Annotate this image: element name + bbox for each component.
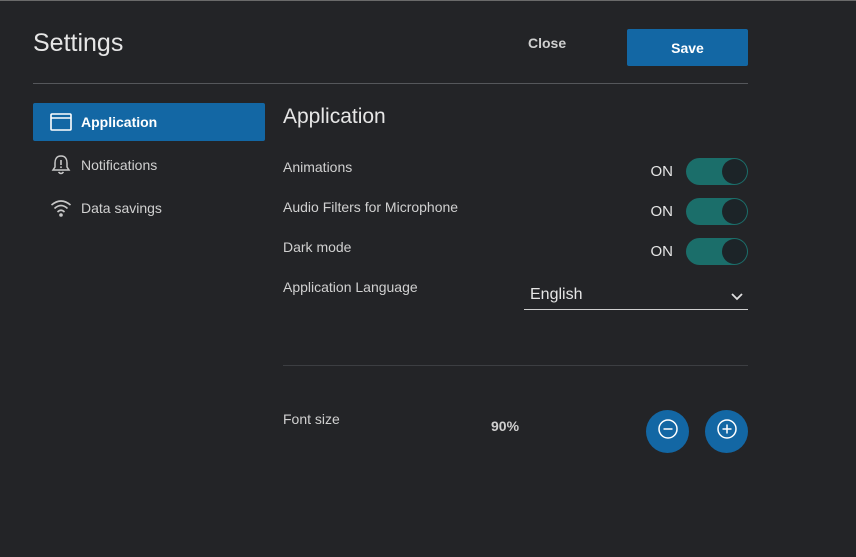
close-button[interactable]: Close: [528, 35, 566, 51]
setting-row-audio-filters: Audio Filters for Microphone ON: [283, 185, 748, 225]
animations-toggle[interactable]: [686, 158, 748, 185]
toggle-state-text: ON: [650, 203, 674, 220]
sidebar-item-data-savings[interactable]: Data savings: [33, 189, 265, 227]
sidebar-item-label: Application: [81, 114, 158, 130]
toggle-knob: [722, 239, 747, 264]
decrease-font-button[interactable]: [646, 410, 689, 453]
window-icon: [49, 111, 73, 133]
language-select-value: English: [530, 286, 583, 303]
minus-circle-icon: [657, 418, 679, 445]
toggle-state-text: ON: [650, 243, 674, 260]
plus-circle-icon: [716, 418, 738, 445]
font-size-value: 90%: [491, 418, 520, 434]
sidebar-item-label: Data savings: [81, 200, 162, 216]
setting-row-dark-mode: Dark mode ON: [283, 225, 748, 265]
language-select[interactable]: English: [524, 283, 748, 310]
font-size-label: Font size: [283, 411, 340, 427]
sidebar-item-application[interactable]: Application: [33, 103, 265, 141]
setting-label: Animations: [283, 159, 353, 175]
toggle-knob: [722, 199, 747, 224]
wifi-icon: [49, 197, 73, 219]
setting-label: Audio Filters for Microphone: [283, 199, 459, 215]
setting-row-animations: Animations ON: [283, 145, 748, 185]
toggle-knob: [722, 159, 747, 184]
audio-filters-toggle[interactable]: [686, 198, 748, 225]
settings-content: Application Animations ON Audio Filters …: [283, 103, 748, 453]
dark-mode-toggle[interactable]: [686, 238, 748, 265]
setting-row-language: Application Language English: [283, 265, 748, 310]
bell-alert-icon: [49, 154, 73, 176]
sidebar: Application Notifications Data savings: [33, 103, 265, 232]
save-button[interactable]: Save: [627, 29, 748, 66]
increase-font-button[interactable]: [705, 410, 748, 453]
page-title: Settings: [33, 29, 124, 57]
setting-label: Dark mode: [283, 239, 352, 255]
sidebar-item-label: Notifications: [81, 157, 158, 173]
sidebar-item-notifications[interactable]: Notifications: [33, 146, 265, 184]
section-divider: [283, 365, 748, 366]
chevron-down-icon: [730, 289, 744, 307]
section-title: Application: [283, 105, 386, 128]
header-divider: [33, 83, 748, 84]
toggle-state-text: ON: [650, 163, 674, 180]
setting-label: Application Language: [283, 279, 418, 295]
